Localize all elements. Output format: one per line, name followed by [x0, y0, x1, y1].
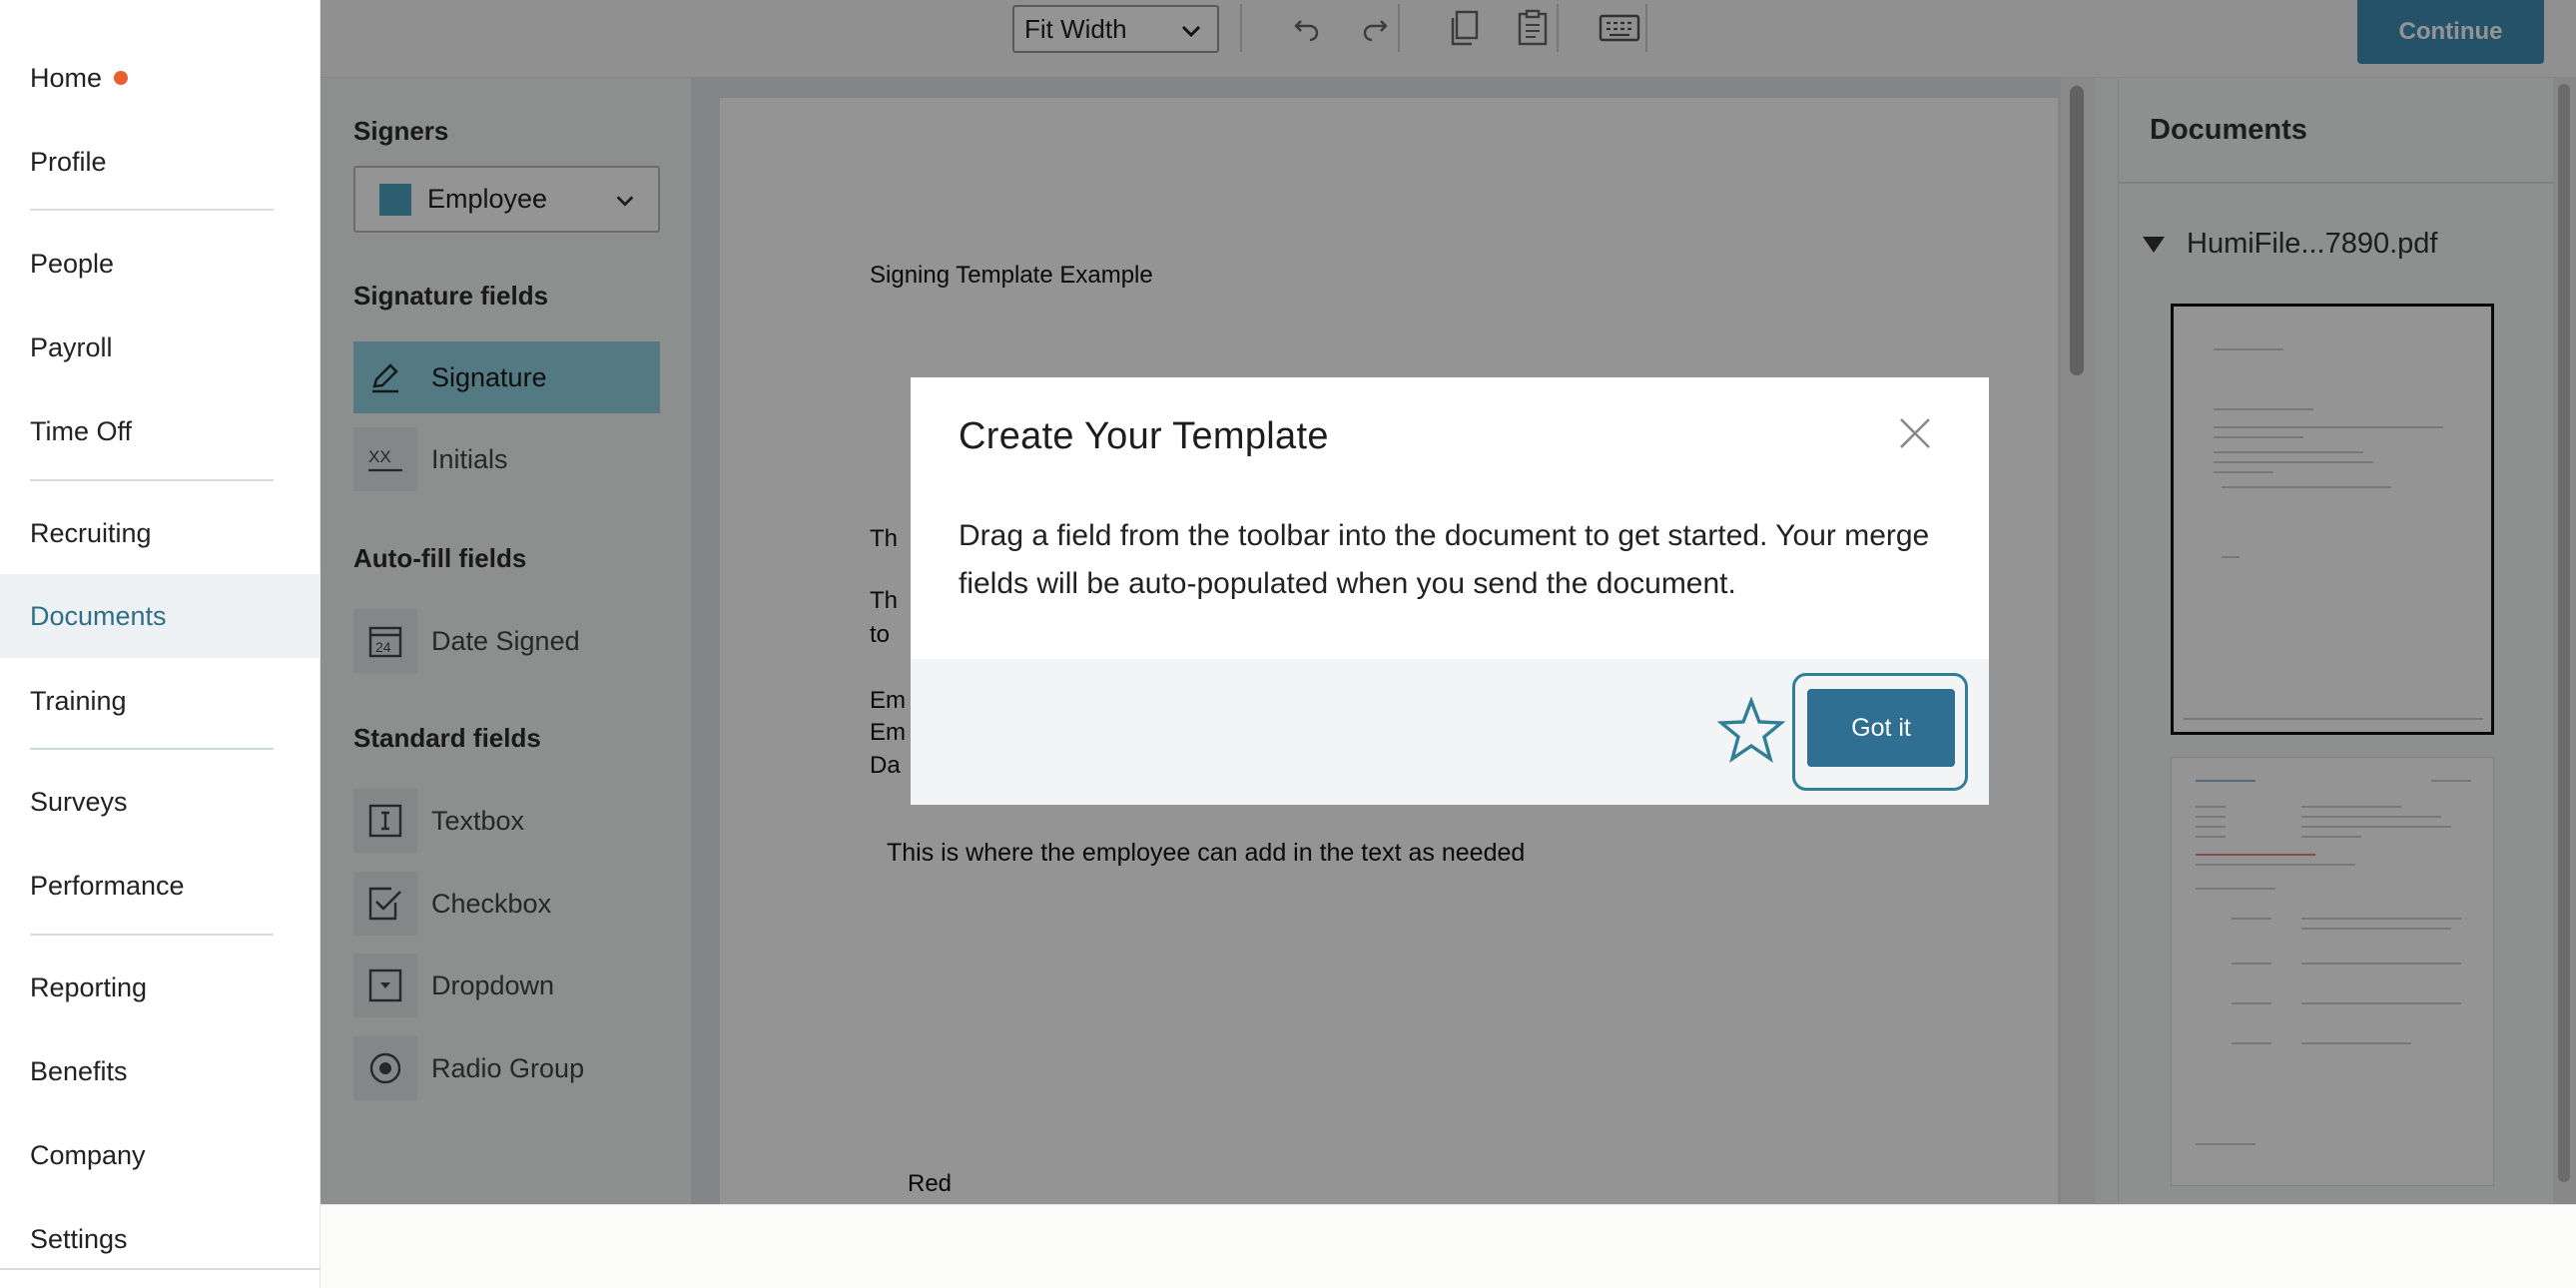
nav-item-performance[interactable]: Performance	[0, 844, 321, 928]
nav-item-label: Settings	[30, 1223, 128, 1254]
nav-divider	[30, 934, 274, 936]
nav-item-label: Benefits	[30, 1055, 128, 1086]
main-navigation: Home Profile People Payroll Time Off Rec…	[0, 0, 321, 1288]
nav-item-label: Company	[30, 1139, 146, 1170]
nav-item-training[interactable]: Training	[0, 659, 321, 743]
nav-item-label: Home	[30, 62, 103, 93]
nav-item-home[interactable]: Home	[0, 36, 321, 120]
nav-divider	[30, 748, 274, 750]
nav-item-reporting[interactable]: Reporting	[0, 946, 321, 1029]
nav-item-label: Documents	[30, 600, 167, 631]
bottom-strip	[321, 1204, 2576, 1288]
nav-item-time-off[interactable]: Time Off	[0, 389, 321, 473]
nav-item-label: People	[30, 248, 115, 279]
nav-item-label: Performance	[30, 870, 185, 901]
nav-item-people[interactable]: People	[0, 222, 321, 306]
dialog-footer: Got it	[911, 659, 1989, 805]
notification-dot	[114, 71, 129, 85]
star-icon	[1717, 697, 1785, 764]
nav-item-label: Surveys	[30, 786, 128, 817]
nav-item-label: Recruiting	[30, 517, 152, 548]
close-icon[interactable]	[1895, 413, 1935, 453]
got-it-button[interactable]: Got it	[1807, 689, 1955, 767]
nav-item-label: Profile	[30, 146, 107, 177]
dialog-body: Drag a field from the toolbar into the d…	[959, 519, 1930, 600]
dialog-title: Create Your Template	[959, 415, 1329, 457]
nav-item-surveys[interactable]: Surveys	[0, 760, 321, 844]
nav-item-payroll[interactable]: Payroll	[0, 306, 321, 389]
nav-divider	[30, 479, 274, 481]
nav-item-company[interactable]: Company	[0, 1113, 321, 1197]
create-template-dialog: Create Your Template Drag a field from t…	[911, 377, 1989, 805]
nav-item-profile[interactable]: Profile	[0, 120, 321, 204]
nav-item-documents[interactable]: Documents	[0, 574, 321, 658]
nav-item-label: Time Off	[30, 415, 133, 446]
nav-item-label: Payroll	[30, 331, 113, 362]
nav-item-label: Training	[30, 685, 127, 716]
nav-bottom-divider	[0, 1268, 321, 1270]
nav-item-benefits[interactable]: Benefits	[0, 1029, 321, 1113]
nav-item-label: Reporting	[30, 971, 148, 1002]
nav-item-recruiting[interactable]: Recruiting	[0, 491, 321, 575]
nav-divider	[30, 209, 274, 211]
